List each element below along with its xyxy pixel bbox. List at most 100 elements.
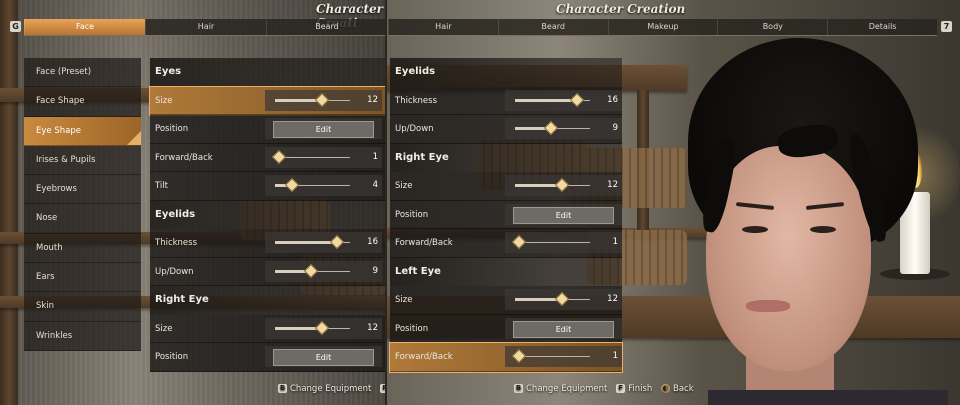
tab-beard[interactable]: Beard bbox=[266, 19, 387, 35]
setting-row-size[interactable]: Size 12 bbox=[390, 286, 622, 315]
slider-thumb[interactable] bbox=[511, 348, 526, 364]
slider-thumb[interactable] bbox=[543, 120, 559, 136]
change-equipment-hint[interactable]: Change Equipment bbox=[290, 384, 371, 394]
setting-label: Size bbox=[155, 323, 173, 334]
sidebar-item-skin[interactable]: Skin bbox=[24, 292, 141, 322]
section-header-eyelids: Eyelids bbox=[150, 200, 385, 229]
tab-details[interactable]: Details bbox=[827, 19, 937, 35]
left-screen: Character Creati G Face Hair Beard Face … bbox=[0, 0, 387, 405]
b-key-icon: B bbox=[514, 384, 523, 393]
setting-label: Position bbox=[395, 323, 429, 334]
sidebar-item-face-shape[interactable]: Face Shape bbox=[24, 87, 141, 117]
sidebar-item-mouth[interactable]: Mouth bbox=[24, 233, 141, 264]
sidebar-item-wrinkles[interactable]: Wrinkles bbox=[24, 321, 141, 351]
slider-control: 1 bbox=[505, 346, 622, 367]
setting-row-size[interactable]: Size 12 bbox=[390, 172, 622, 201]
tab-makeup[interactable]: Makeup bbox=[607, 19, 718, 35]
setting-row-forward-back[interactable]: Forward/Back 1 bbox=[390, 229, 622, 258]
settings-list: Eyes Size 12 Position Edit Forward/Back 1 Tilt 4… bbox=[149, 58, 386, 372]
slider-thumb[interactable] bbox=[314, 320, 329, 335]
setting-label: Size bbox=[155, 95, 173, 106]
slider-track[interactable] bbox=[275, 263, 350, 278]
slider-value: 4 bbox=[372, 180, 378, 190]
slider-track[interactable] bbox=[275, 92, 350, 107]
button-control: Edit bbox=[265, 118, 382, 139]
slider-track[interactable] bbox=[515, 291, 590, 307]
slider-track[interactable] bbox=[515, 120, 590, 136]
button-control: Edit bbox=[265, 346, 382, 367]
slider-track[interactable] bbox=[515, 177, 590, 193]
edit-button[interactable]: Edit bbox=[513, 206, 614, 224]
character-portrait[interactable] bbox=[668, 38, 960, 405]
slider-control: 1 bbox=[505, 232, 622, 253]
tab-face[interactable]: Face bbox=[24, 19, 145, 35]
sidebar-item-eye-shape[interactable]: Eye Shape bbox=[24, 116, 141, 146]
setting-label: Thickness bbox=[155, 238, 198, 248]
setting-row-tilt[interactable]: Tilt 4 bbox=[150, 172, 385, 201]
edit-button[interactable]: Edit bbox=[273, 349, 374, 366]
setting-label: Tilt bbox=[155, 181, 168, 191]
slider-track[interactable] bbox=[275, 320, 350, 335]
slider-track[interactable] bbox=[275, 234, 350, 250]
slider-track[interactable] bbox=[515, 92, 590, 107]
setting-row-thickness[interactable]: Thickness 16 bbox=[150, 229, 385, 258]
change-equipment-hint[interactable]: Change Equipment bbox=[526, 384, 607, 394]
slider-track[interactable] bbox=[271, 149, 350, 164]
setting-label: Thickness bbox=[395, 95, 438, 106]
page-title-right: Character Creation bbox=[556, 2, 686, 16]
sidebar-item-nose[interactable]: Nose bbox=[24, 204, 141, 234]
slider-thumb[interactable] bbox=[569, 92, 584, 107]
slider-thumb[interactable] bbox=[314, 92, 329, 107]
tab-body[interactable]: Body bbox=[717, 19, 827, 35]
slider-thumb[interactable] bbox=[511, 234, 526, 250]
prev-tab-key-icon[interactable]: G bbox=[10, 21, 21, 32]
slider-thumb[interactable] bbox=[554, 291, 569, 307]
setting-row-thickness[interactable]: Thickness 16 bbox=[390, 86, 622, 115]
sidebar-item-eyebrows[interactable]: Eyebrows bbox=[24, 175, 141, 205]
slider-control: 4 bbox=[265, 175, 382, 196]
setting-row-size[interactable]: Size 12 bbox=[150, 314, 385, 343]
character-lips bbox=[746, 300, 790, 312]
slider-thumb[interactable] bbox=[554, 177, 569, 193]
sidebar-item-face-preset[interactable]: Face (Preset) bbox=[24, 58, 141, 88]
edit-button[interactable]: Edit bbox=[513, 320, 614, 338]
setting-label: Position bbox=[155, 352, 189, 362]
slider-thumb[interactable] bbox=[284, 177, 299, 193]
setting-label: Position bbox=[395, 209, 429, 220]
setting-label: Position bbox=[155, 124, 189, 134]
sidebar-item-irises-pupils[interactable]: Irises & Pupils bbox=[24, 145, 141, 176]
back-hint[interactable]: Back bbox=[673, 384, 694, 394]
slider-track[interactable] bbox=[511, 348, 590, 364]
setting-row-forward-back[interactable]: Forward/Back 1 bbox=[150, 143, 385, 172]
next-tab-key-icon[interactable]: 7 bbox=[941, 21, 952, 32]
setting-row-size[interactable]: Size 12 bbox=[149, 85, 386, 116]
slider-track[interactable] bbox=[275, 177, 350, 193]
slider-thumb[interactable] bbox=[271, 149, 286, 164]
setting-row-position[interactable]: Position Edit bbox=[390, 314, 622, 343]
setting-row-forward-back[interactable]: Forward/Back 1 bbox=[389, 342, 623, 373]
setting-row-up-down[interactable]: Up/Down 9 bbox=[150, 257, 385, 286]
setting-row-up-down[interactable]: Up/Down 9 bbox=[390, 115, 622, 144]
finish-hint[interactable]: Finish bbox=[628, 384, 652, 394]
slider-value: 16 bbox=[367, 237, 378, 247]
slider-thumb[interactable] bbox=[303, 263, 319, 278]
setting-label: Size bbox=[395, 181, 413, 191]
edit-button[interactable]: Edit bbox=[273, 121, 374, 138]
setting-row-position[interactable]: Position Edit bbox=[150, 343, 385, 372]
section-header-right-eye: Right Eye bbox=[150, 286, 385, 315]
tab-beard[interactable]: Beard bbox=[497, 19, 608, 35]
slider-track[interactable] bbox=[511, 234, 590, 250]
slider-value: 1 bbox=[612, 351, 618, 361]
button-hints: BChange Equipment FFi bbox=[272, 384, 387, 394]
setting-row-position[interactable]: Position Edit bbox=[390, 200, 622, 229]
setting-row-position[interactable]: Position Edit bbox=[150, 115, 385, 144]
section-header-eyes: Eyes bbox=[150, 58, 385, 87]
slider-thumb[interactable] bbox=[329, 234, 344, 250]
back-button-icon: ◐ bbox=[661, 384, 670, 393]
slider-control: 12 bbox=[505, 289, 622, 310]
tab-hair[interactable]: Hair bbox=[145, 19, 266, 35]
setting-label: Up/Down bbox=[155, 266, 194, 277]
category-tabs-right: Hair Beard Makeup Body Details bbox=[388, 19, 937, 36]
tab-hair[interactable]: Hair bbox=[388, 19, 498, 35]
sidebar-item-ears[interactable]: Ears bbox=[24, 263, 141, 293]
